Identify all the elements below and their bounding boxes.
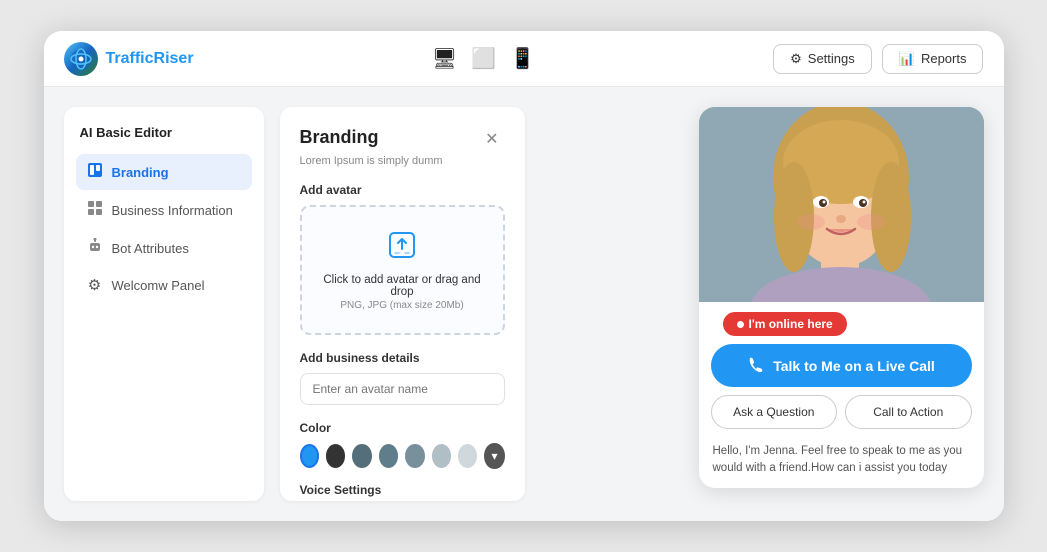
dropzone-hint: PNG, JPG (max size 20Mb) [314, 300, 491, 311]
bot-icon [86, 238, 104, 258]
color-lightest-gray[interactable] [458, 444, 477, 468]
voice-settings-label: Voice Settings [300, 483, 505, 497]
header-actions: ⚙ Settings 📊 Reports [773, 44, 983, 74]
branding-title: Branding [300, 127, 379, 148]
logo-area: TrafficRiser [64, 42, 194, 76]
call-to-action-button[interactable]: Call to Action [845, 395, 972, 429]
color-dropdown-button[interactable]: ▾ [484, 443, 504, 469]
settings-button[interactable]: ⚙ Settings [773, 44, 872, 74]
tablet-icon[interactable]: ⬜ [471, 46, 496, 71]
chart-icon: 📊 [899, 51, 915, 67]
live-call-button[interactable]: Talk to Me on a Live Call [711, 344, 972, 387]
settings-icon: ⚙ [86, 276, 104, 294]
settings-label: Settings [808, 51, 855, 66]
sidebar-title: AI Basic Editor [76, 125, 252, 140]
avatar-name-input[interactable] [300, 373, 505, 405]
ask-question-label: Ask a Question [733, 405, 814, 419]
left-panel: AI Basic Editor Branding Business Inform… [64, 107, 264, 501]
right-panel: I'm online here Talk to Me on a Live Cal… [541, 107, 984, 501]
avatar-dropzone[interactable]: Click to add avatar or drag and drop PNG… [300, 205, 505, 335]
business-details-label: Add business details [300, 351, 505, 365]
voice-settings-section: Voice Settings [300, 483, 505, 497]
business-icon [86, 200, 104, 220]
color-label: Color [300, 421, 505, 435]
chat-preview-text: Hello, I'm Jenna. Feel free to speak to … [699, 439, 984, 488]
online-badge: I'm online here [723, 312, 847, 336]
gear-icon: ⚙ [790, 51, 802, 67]
reports-label: Reports [921, 51, 967, 66]
phone-icon [747, 355, 765, 376]
logo-text: TrafficRiser [106, 50, 194, 68]
color-blue-gray[interactable] [379, 444, 398, 468]
logo-icon [64, 42, 98, 76]
color-row: ▾ [300, 443, 505, 469]
sidebar-item-bot-attributes[interactable]: Bot Attributes [76, 230, 252, 266]
bot-avatar-image [699, 107, 984, 302]
color-blue[interactable] [300, 444, 319, 468]
color-light-gray[interactable] [432, 444, 451, 468]
branding-panel: Branding ✕ Lorem Ipsum is simply dumm Ad… [280, 107, 525, 501]
reports-button[interactable]: 📊 Reports [882, 44, 984, 74]
upload-icon [314, 229, 491, 268]
header: TrafficRiser 🖥 ⬜ 📱 ⚙ Settings 📊 Reports [44, 31, 1004, 87]
online-dot [737, 321, 744, 328]
sidebar-item-label: Welcomw Panel [112, 278, 205, 293]
panel-header: Branding ✕ [300, 127, 505, 151]
dropzone-text: Click to add avatar or drag and drop [314, 274, 491, 298]
main-content: AI Basic Editor Branding Business Inform… [44, 87, 1004, 521]
desktop-icon[interactable]: 🖥 [432, 46, 457, 71]
branding-subtitle: Lorem Ipsum is simply dumm [300, 155, 505, 167]
cta-row: Ask a Question Call to Action [711, 395, 972, 429]
sidebar-item-label: Business Information [112, 203, 233, 218]
sidebar-item-label: Bot Attributes [112, 241, 189, 256]
ask-question-button[interactable]: Ask a Question [711, 395, 838, 429]
color-black[interactable] [326, 444, 345, 468]
app-window: TrafficRiser 🖥 ⬜ 📱 ⚙ Settings 📊 Reports … [44, 31, 1004, 521]
sidebar-item-branding[interactable]: Branding [76, 154, 252, 190]
sidebar-item-label: Branding [112, 165, 169, 180]
color-medium-gray[interactable] [405, 444, 424, 468]
call-to-action-label: Call to Action [873, 405, 943, 419]
branding-icon [86, 162, 104, 182]
sidebar-item-business[interactable]: Business Information [76, 192, 252, 228]
live-call-label: Talk to Me on a Live Call [773, 358, 935, 374]
sidebar-item-welcome-panel[interactable]: ⚙ Welcomw Panel [76, 268, 252, 302]
online-badge-text: I'm online here [749, 317, 833, 331]
device-icons: 🖥 ⬜ 📱 [432, 46, 535, 71]
close-button[interactable]: ✕ [479, 127, 504, 151]
bot-preview-card: I'm online here Talk to Me on a Live Cal… [699, 107, 984, 488]
mobile-icon[interactable]: 📱 [510, 46, 535, 71]
add-avatar-label: Add avatar [300, 183, 505, 197]
color-dark-gray[interactable] [352, 444, 371, 468]
